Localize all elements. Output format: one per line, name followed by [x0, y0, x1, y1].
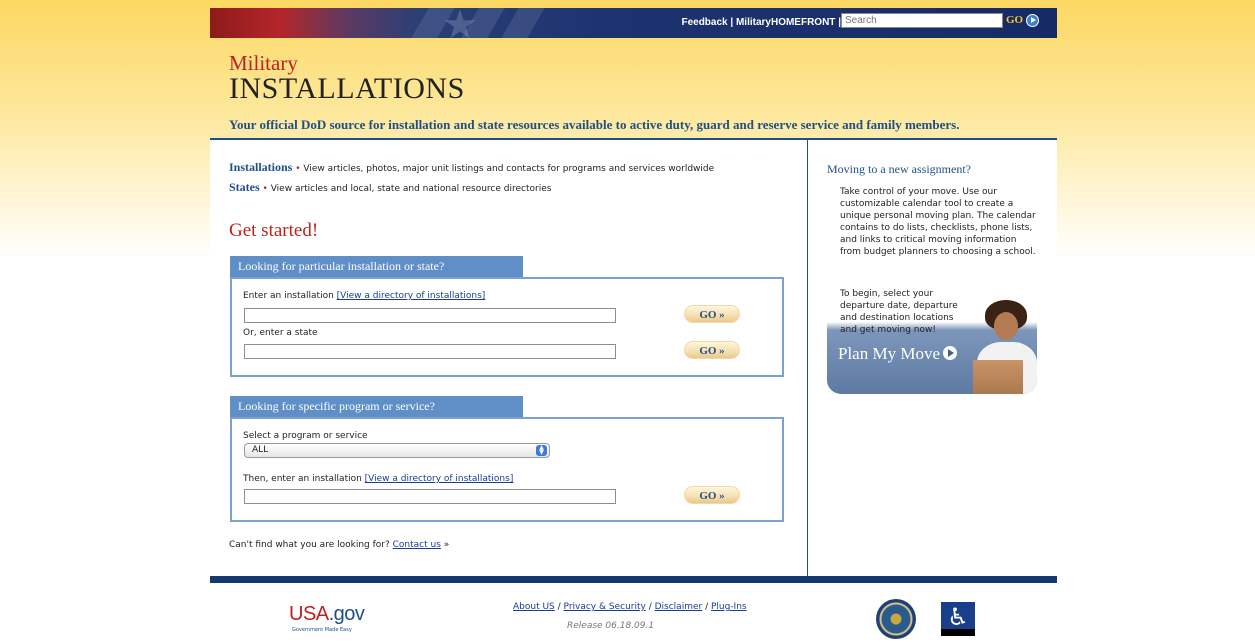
installations-heading[interactable]: Installations	[229, 160, 292, 174]
states-heading[interactable]: States	[229, 180, 260, 194]
feedback-link[interactable]: Feedback	[681, 17, 727, 28]
panel-program-tab: Looking for specific program or service?	[230, 396, 523, 417]
program-installation-input[interactable]	[244, 489, 616, 504]
plugins-link[interactable]: Plug-Ins	[711, 602, 747, 612]
select-arrows-icon: ▲ ▼	[536, 445, 547, 456]
get-started-heading: Get started!	[229, 220, 319, 241]
footer: USA.gov Government Made Easy About US / …	[210, 591, 1057, 641]
star-decoration-icon: ★	[442, 8, 478, 38]
footer-rule	[210, 576, 1057, 583]
search-go-button[interactable]: GO	[1006, 14, 1023, 26]
column-divider	[807, 140, 808, 578]
program-installation-label: Then, enter an installation [View a dire…	[243, 474, 514, 484]
disclaimer-link[interactable]: Disclaimer	[655, 602, 703, 612]
state-label: Or, enter a state	[243, 328, 318, 338]
moving-box-image	[973, 360, 1023, 394]
dod-seal-icon[interactable]	[876, 599, 916, 639]
main-content: Installations • View articles, photos, m…	[210, 138, 1057, 578]
states-description: View articles and local, state and natio…	[267, 184, 552, 194]
usa-gov-logo[interactable]: USA.gov	[289, 603, 365, 626]
plan-my-move-promo[interactable]: To begin, select your departure date, de…	[827, 264, 1037, 394]
panel-installation-search: Enter an installation [View a directory …	[230, 277, 784, 377]
header-links: Feedback | MilitaryHOMEFRONT |	[681, 17, 841, 28]
page: ★ Feedback | MilitaryHOMEFRONT | GO Mili…	[210, 8, 1057, 642]
panel-installation-tab: Looking for particular installation or s…	[230, 256, 523, 277]
sidebar-title: Moving to a new assignment?	[827, 162, 971, 176]
release-version: Release 06.18.09.1	[567, 621, 655, 631]
promo-text: To begin, select your departure date, de…	[840, 289, 958, 335]
site-logo[interactable]: Military INSTALLATIONS	[229, 53, 465, 104]
state-input[interactable]	[244, 344, 616, 359]
logo-line-installations: INSTALLATIONS	[229, 72, 465, 105]
privacy-link[interactable]: Privacy & Security	[564, 602, 646, 612]
child-photo	[994, 312, 1018, 340]
logo-line-military: Military	[229, 51, 298, 75]
top-banner: ★ Feedback | MilitaryHOMEFRONT | GO	[210, 8, 1057, 38]
installation-label: Enter an installation [View a directory …	[243, 291, 486, 301]
footer-links: About US / Privacy & Security / Disclaim…	[513, 602, 747, 612]
about-us-link[interactable]: About US	[513, 602, 555, 612]
program-label: Select a program or service	[243, 431, 368, 441]
panel-program-search: Select a program or service ALL ▲ ▼ Then,…	[230, 417, 784, 522]
program-go-button[interactable]: GO »	[684, 486, 740, 504]
program-select[interactable]: ALL ▲ ▼	[244, 443, 550, 458]
installations-description: View articles, photos, major unit listin…	[300, 164, 715, 174]
site-tagline: Your official DoD source for installatio…	[229, 117, 960, 132]
help-text: Can't find what you are looking for? Con…	[229, 540, 450, 550]
intro-list: Installations • View articles, photos, m…	[229, 160, 714, 200]
play-arrow-icon	[943, 346, 957, 360]
homefront-link[interactable]: MilitaryHOMEFRONT	[736, 17, 835, 28]
accessibility-icon[interactable]: ♿	[941, 602, 975, 636]
sidebar-text: Take control of your move. Use our custo…	[840, 187, 1036, 257]
state-go-button[interactable]: GO »	[684, 341, 740, 359]
installation-input[interactable]	[244, 308, 616, 323]
play-arrow-icon[interactable]	[1026, 14, 1039, 27]
search-input[interactable]	[841, 13, 1003, 28]
program-directory-link[interactable]: [View a directory of installations]	[365, 474, 514, 484]
installation-go-button[interactable]: GO »	[684, 305, 740, 323]
usa-gov-subtitle: Government Made Easy	[292, 627, 352, 633]
installation-directory-link[interactable]: [View a directory of installations]	[337, 291, 486, 301]
plan-my-move-button[interactable]: Plan My Move	[838, 344, 957, 364]
contact-us-link[interactable]: Contact us	[393, 540, 441, 550]
